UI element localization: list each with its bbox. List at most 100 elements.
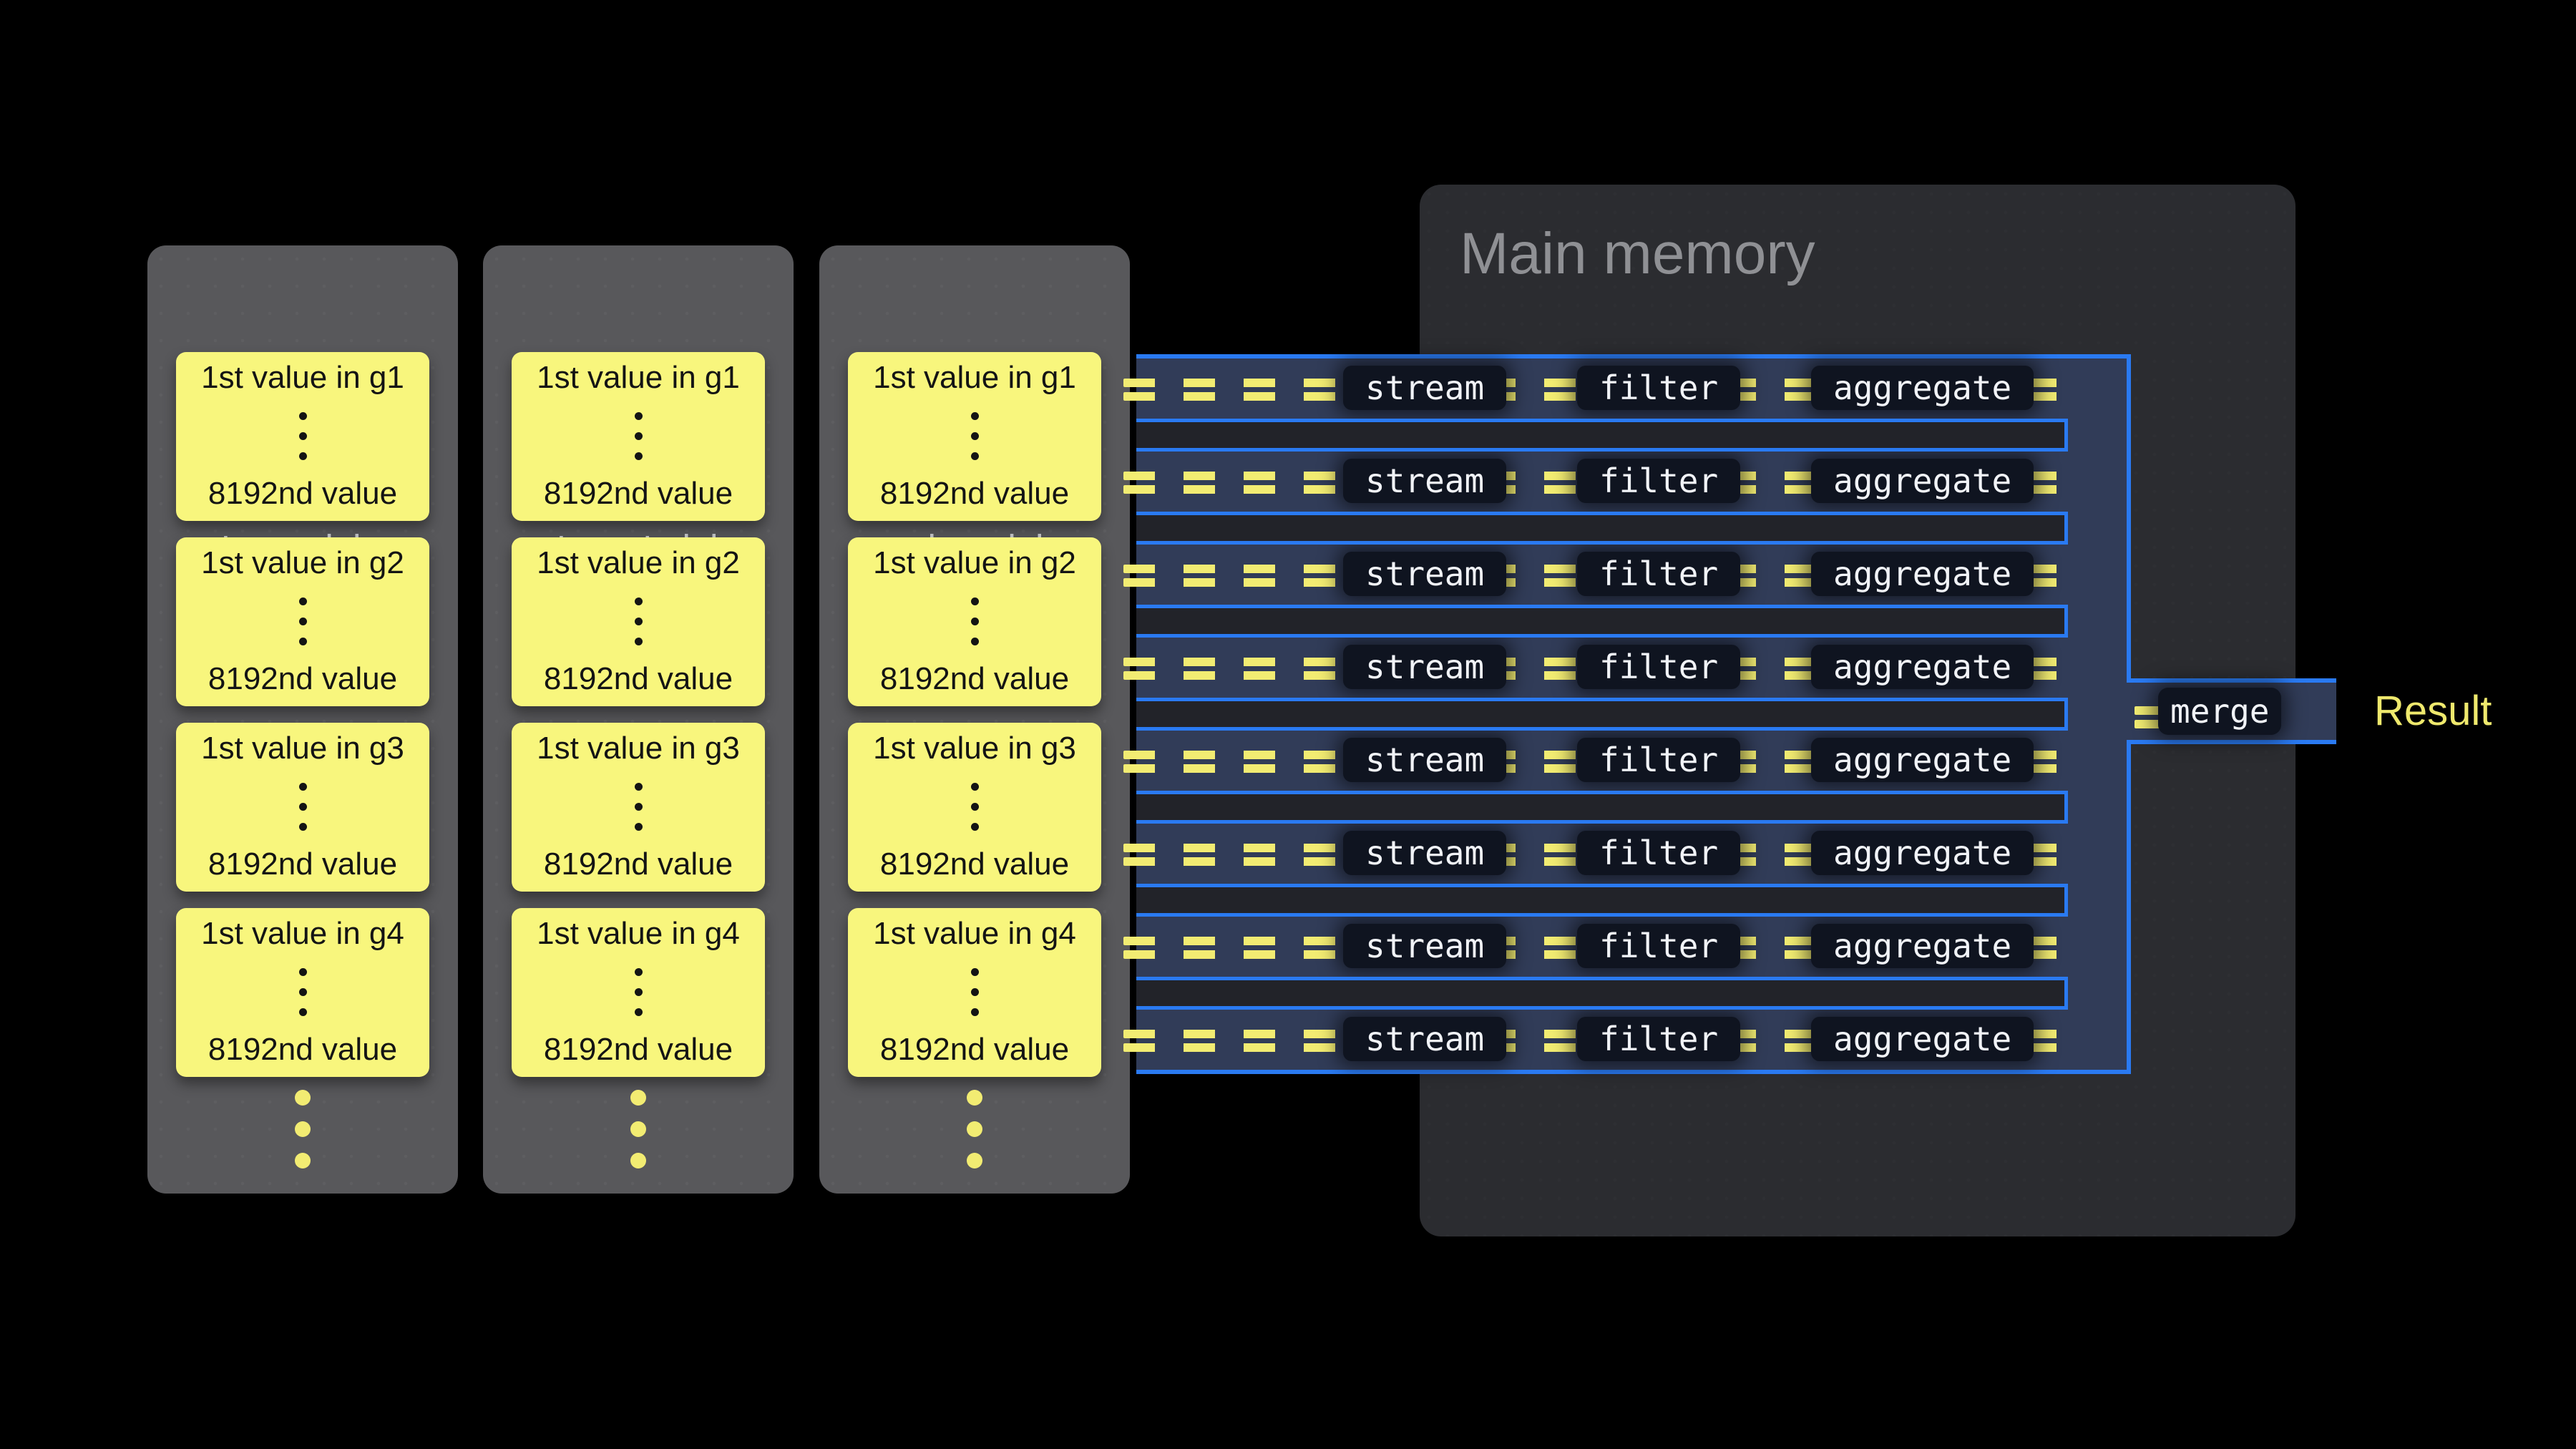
aggregate-chip: aggregate [1811,1017,2034,1061]
memory-gap-band [1136,419,2068,452]
row-group-box: 1st value in g2 8192nd value [512,537,765,706]
aggregate-chip: aggregate [1811,459,2034,503]
dot-icon [635,1008,643,1016]
group-first-value: 1st value in g2 [537,545,740,582]
dot-icon [299,968,307,976]
filter-chip: filter [1577,459,1740,503]
group-ellipsis-icon [971,968,979,1016]
diagram-stage: Main memory town.bin 1st value in g1 819… [0,0,2576,1449]
filter-chip: filter [1577,831,1740,875]
dot-icon [635,823,643,831]
group-ellipsis-icon [971,412,979,460]
pipeline-row: stream filter aggregate [1136,358,2127,419]
aggregate-chip: aggregate [1811,552,2034,596]
dot-icon [295,1121,311,1137]
group-last-value: 8192nd value [880,1031,1069,1068]
row-group-box: 1st value in g1 8192nd value [176,352,429,521]
dot-icon [299,412,307,420]
group-last-value: 8192nd value [208,475,397,512]
row-group-box: 1st value in g4 8192nd value [512,908,765,1077]
dot-icon [299,452,307,460]
dot-icon [971,638,979,645]
group-first-value: 1st value in g2 [873,545,1076,582]
aggregate-chip: aggregate [1811,366,2034,410]
pipeline-row: stream filter aggregate [1136,824,2127,884]
stream-chip: stream [1343,459,1506,503]
row-group-box: 1st value in g2 8192nd value [176,537,429,706]
dot-icon [299,783,307,791]
dot-icon [971,597,979,605]
row-group-box: 1st value in g4 8192nd value [848,908,1101,1077]
group-first-value: 1st value in g1 [873,359,1076,396]
pipeline-box: stream filter aggregate stream filter ag… [1136,354,2131,1074]
dot-icon [299,618,307,625]
dot-icon [299,1008,307,1016]
aggregate-chip: aggregate [1811,645,2034,689]
row-group-box: 1st value in g1 8192nd value [512,352,765,521]
group-ellipsis-icon [971,783,979,831]
filter-chip: filter [1577,366,1740,410]
memory-gap-band [1136,791,2068,824]
group-first-value: 1st value in g4 [201,915,404,952]
group-ellipsis-icon [635,968,643,1016]
pipeline-row: stream filter aggregate [1136,638,2127,698]
group-last-value: 8192nd value [880,475,1069,512]
memory-gap-band [1136,698,2068,731]
group-last-value: 8192nd value [208,660,397,698]
group-first-value: 1st value in g3 [537,730,740,767]
group-last-value: 8192nd value [880,846,1069,883]
merge-band: merge [2127,678,2336,744]
group-first-value: 1st value in g2 [201,545,404,582]
dot-icon [635,412,643,420]
row-group-box: 1st value in g3 8192nd value [176,723,429,892]
stream-chip: stream [1343,1017,1506,1061]
group-first-value: 1st value in g1 [201,359,404,396]
filter-chip: filter [1577,1017,1740,1061]
row-group-box: 1st value in g1 8192nd value [848,352,1101,521]
dot-icon [971,452,979,460]
group-ellipsis-icon [299,968,307,1016]
memory-gap-band [1136,977,2068,1010]
dot-icon [967,1090,982,1106]
group-first-value: 1st value in g3 [201,730,404,767]
memory-gap-band [1136,884,2068,917]
pipeline-row: stream filter aggregate [1136,731,2127,791]
dot-icon [967,1153,982,1169]
dot-icon [635,783,643,791]
stream-chip: stream [1343,924,1506,968]
memory-gap-band [1136,512,2068,545]
dot-icon [299,988,307,996]
group-ellipsis-icon [299,597,307,645]
column-ellipsis-icon [819,1090,1130,1169]
dot-icon [971,412,979,420]
dot-icon [967,1121,982,1137]
group-last-value: 8192nd value [208,846,397,883]
dot-icon [635,432,643,440]
dot-icon [635,452,643,460]
file-column: price.bin 1st value in g1 8192nd value 1… [819,245,1130,1194]
dot-icon [299,803,307,811]
aggregate-chip: aggregate [1811,831,2034,875]
dot-icon [635,618,643,625]
dot-icon [971,803,979,811]
dot-icon [630,1153,646,1169]
group-last-value: 8192nd value [544,1031,733,1068]
stream-chip: stream [1343,831,1506,875]
column-ellipsis-icon [147,1090,458,1169]
dot-icon [635,803,643,811]
row-group-box: 1st value in g4 8192nd value [176,908,429,1077]
group-last-value: 8192nd value [544,846,733,883]
dot-icon [971,618,979,625]
group-ellipsis-icon [635,597,643,645]
pipeline-row: stream filter aggregate [1136,917,2127,977]
group-ellipsis-icon [635,412,643,460]
group-first-value: 1st value in g4 [537,915,740,952]
memory-gap-band [1136,605,2068,638]
filter-chip: filter [1577,645,1740,689]
stream-chip: stream [1343,552,1506,596]
dot-icon [971,988,979,996]
dot-icon [630,1121,646,1137]
row-group-box: 1st value in g3 8192nd value [512,723,765,892]
aggregate-chip: aggregate [1811,924,2034,968]
group-first-value: 1st value in g4 [873,915,1076,952]
